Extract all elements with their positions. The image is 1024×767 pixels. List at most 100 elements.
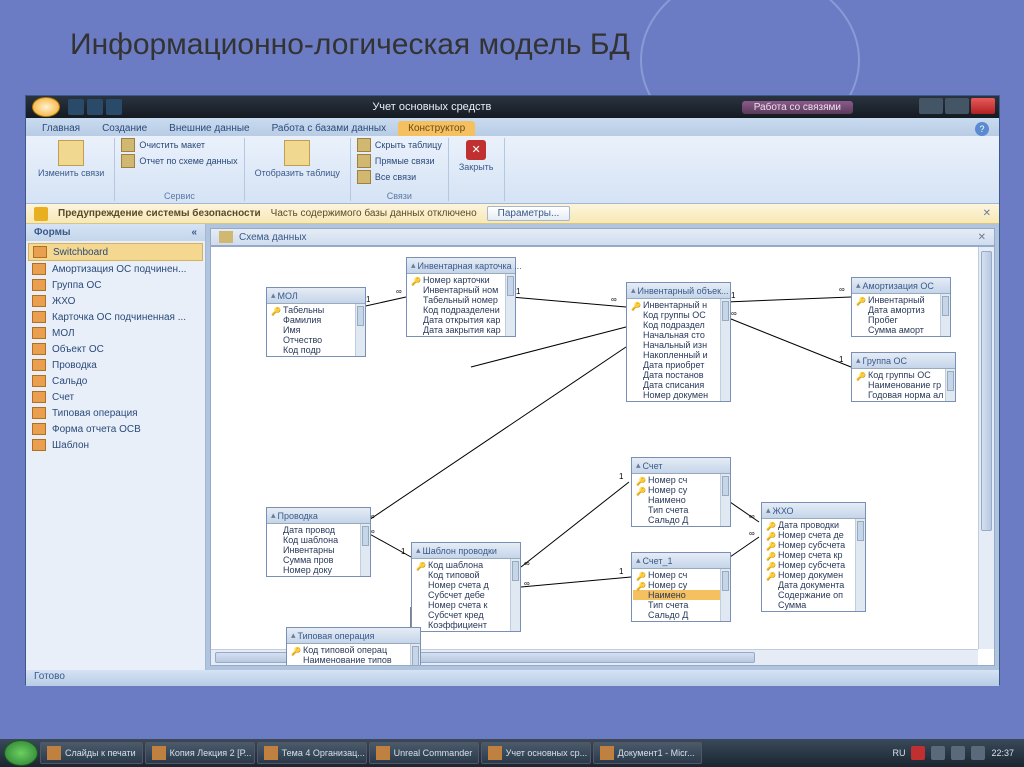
table-scrollbar[interactable] [940,294,950,336]
field[interactable]: Начальная сто [628,330,729,340]
field[interactable]: Номер счета к [413,600,519,610]
tab-create[interactable]: Создание [92,121,157,136]
field[interactable]: Дата документа [763,580,864,590]
field[interactable]: Дата закрытия кар [408,325,514,335]
table-header[interactable]: ▴Типовая операция [287,628,420,644]
table-header[interactable]: ▴Инвентарная карточка ... [407,258,515,274]
taskbar-app-button[interactable]: Unreal Commander [369,742,479,764]
taskbar-app-button[interactable]: Слайды к печати [40,742,143,764]
field[interactable]: Наименование типов [288,655,419,665]
tab-design[interactable]: Конструктор [398,121,475,136]
qat-redo-icon[interactable] [106,99,122,115]
language-indicator[interactable]: RU [892,748,905,758]
collapse-icon[interactable]: ▴ [856,280,861,291]
nav-item[interactable]: Switchboard [28,243,203,261]
tab-database-tools[interactable]: Работа с базами данных [262,121,397,136]
volume-icon[interactable] [951,746,965,760]
collapse-icon[interactable]: ▴ [766,505,771,516]
field[interactable]: Номер субсчета [763,540,864,550]
field[interactable]: Дата открытия кар [408,315,514,325]
field[interactable]: Код группы ОС [853,370,954,380]
nav-header[interactable]: Формы « [26,224,205,241]
collapse-icon[interactable]: ▴ [291,630,296,641]
table-scrollbar[interactable] [510,559,520,631]
table-header[interactable]: ▴Инвентарный объек... [627,283,730,299]
security-close-icon[interactable]: ✕ [983,208,991,219]
collapse-icon[interactable]: ▴ [271,510,276,521]
nav-item[interactable]: Типовая операция [28,405,203,421]
relationship-report-button[interactable]: Отчет по схеме данных [121,154,237,168]
table-typop[interactable]: ▴Типовая операцияКод типовой операцНаиме… [286,627,421,666]
field[interactable]: Номер су [633,580,729,590]
field[interactable]: Код подр [268,345,364,355]
table-header[interactable]: ▴Амортизация ОС [852,278,950,294]
maximize-button[interactable] [945,98,969,114]
clear-layout-button[interactable]: Очистить макет [121,138,205,152]
table-scrollbar[interactable] [360,524,370,576]
field[interactable]: Инвентарный ном [408,285,514,295]
table-header[interactable]: ▴Группа ОС [852,353,955,369]
field[interactable]: Номер докумен [628,390,729,400]
field[interactable]: Табельный номер [408,295,514,305]
field[interactable]: Инвентарны [268,545,369,555]
office-button[interactable] [32,97,60,117]
field[interactable]: Наименование гр [853,380,954,390]
tray-icon[interactable] [911,746,925,760]
nav-item[interactable]: Проводка [28,357,203,373]
field[interactable]: Наимено [633,590,729,600]
table-header[interactable]: ▴Шаблон проводки [412,543,520,559]
field[interactable]: Номер субсчета [763,560,864,570]
qat-undo-icon[interactable] [87,99,103,115]
collapse-icon[interactable]: ▴ [416,545,421,556]
table-amort[interactable]: ▴Амортизация ОСИнвентарныйДата амортизПр… [851,277,951,337]
table-header[interactable]: ▴Счет [632,458,730,474]
field[interactable]: Код подразделени [408,305,514,315]
table-group[interactable]: ▴Группа ОСКод группы ОСНаименование грГо… [851,352,956,402]
field[interactable]: Субсчет дебе [413,590,519,600]
field[interactable]: Номер доку [268,565,369,575]
document-tab[interactable]: Схема данных ✕ [210,228,995,246]
nav-item[interactable]: МОЛ [28,325,203,341]
taskbar-app-button[interactable]: Тема 4 Организац... [257,742,367,764]
field[interactable]: Дата постанов [628,370,729,380]
vertical-scrollbar[interactable] [978,247,994,649]
clock[interactable]: 22:37 [991,748,1014,758]
field[interactable]: Дата провод [268,525,369,535]
relationships-canvas[interactable]: 1 ∞ 1 ∞ 1 ∞ ∞ 1 ∞ ∞ 1 ∞ ∞ 1 1 1 1 ∞ ∞ [210,246,995,666]
table-header[interactable]: ▴Проводка [267,508,370,524]
security-options-button[interactable]: Параметры... [487,206,571,221]
field[interactable]: Дата проводки [763,520,864,530]
field[interactable]: Коэффициент [413,620,519,630]
taskbar-app-button[interactable]: Документ1 - Micr... [593,742,702,764]
scroll-thumb[interactable] [981,251,992,531]
field[interactable]: Наимено [633,495,729,505]
table-scrollbar[interactable] [720,569,730,621]
nav-item[interactable]: ЖХО [28,293,203,309]
field[interactable]: Фамилия [268,315,364,325]
tray-icon[interactable] [931,746,945,760]
table-jho[interactable]: ▴ЖХОДата проводкиНомер счета деНомер суб… [761,502,866,612]
field[interactable]: Годовая норма ал [853,390,954,400]
nav-item[interactable]: Форма отчета ОСВ [28,421,203,437]
field[interactable]: Инвентарный [853,295,949,305]
field[interactable]: Код шаблона [268,535,369,545]
field[interactable]: Номер карточки [408,275,514,285]
field[interactable]: Номер сч [633,570,729,580]
document-close-icon[interactable]: ✕ [978,232,986,243]
qat-save-icon[interactable] [68,99,84,115]
taskbar-app-button[interactable]: Учет основных ср... [481,742,591,764]
field[interactable]: Номер счета кр [763,550,864,560]
table-header[interactable]: ▴ЖХО [762,503,865,519]
close-button[interactable] [971,98,995,114]
field[interactable]: Отчество [268,335,364,345]
collapse-icon[interactable]: ▴ [636,460,641,471]
field[interactable]: Дата приобрет [628,360,729,370]
field[interactable]: Тип счета [633,505,729,515]
field[interactable]: Дата амортиз [853,305,949,315]
field[interactable]: Номер су [633,485,729,495]
table-shab[interactable]: ▴Шаблон проводкиКод шаблонаКод типовойНо… [411,542,521,632]
field[interactable]: Субсчет кред [413,610,519,620]
nav-item[interactable]: Шаблон [28,437,203,453]
collapse-icon[interactable]: ▴ [271,290,276,301]
table-schet1[interactable]: ▴Счет_1Номер счНомер суНаименоТип счетаС… [631,552,731,622]
